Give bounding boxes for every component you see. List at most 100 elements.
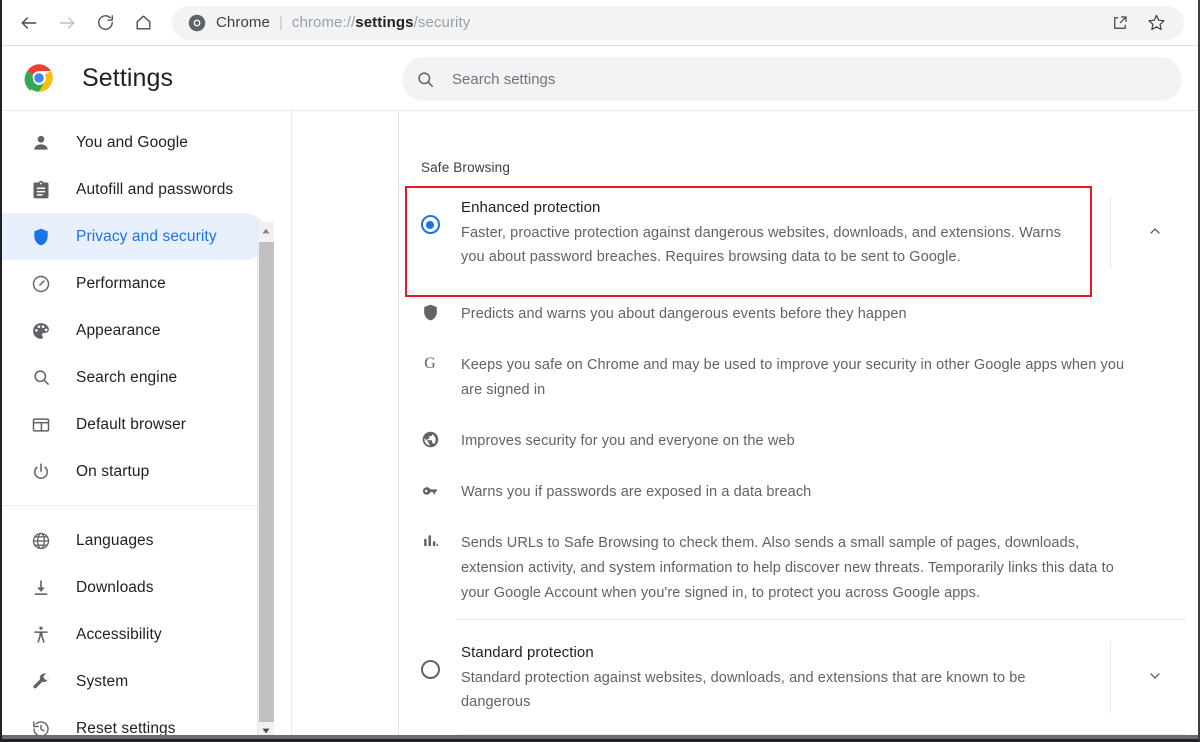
search-icon — [402, 70, 448, 89]
standard-protection-radio[interactable] — [421, 660, 440, 679]
feature-text: Warns you if passwords are exposed in a … — [461, 480, 1161, 505]
url-prefix: chrome:// — [292, 14, 355, 31]
sidebar-item-appearance[interactable]: Appearance — [2, 307, 268, 354]
bookmark-star-icon[interactable] — [1140, 7, 1172, 39]
bar-chart-icon — [399, 531, 461, 550]
sidebar-item-label: Performance — [76, 275, 166, 293]
standard-protection-description: Standard protection against websites, do… — [461, 666, 1073, 714]
sidebar-item-privacy-and-security[interactable]: Privacy and security — [2, 213, 268, 260]
svg-text:G: G — [424, 355, 435, 372]
person-icon — [30, 132, 52, 154]
sidebar-item-label: Search engine — [76, 369, 177, 387]
palette-icon — [30, 320, 52, 342]
feature-item: Warns you if passwords are exposed in a … — [399, 467, 1198, 518]
address-bar[interactable]: Chrome | chrome://settings/security — [172, 6, 1184, 40]
google-g-icon: G — [399, 353, 461, 373]
feature-text: Improves security for you and everyone o… — [461, 429, 1161, 454]
window-bottom-edge — [2, 735, 1198, 739]
feature-item: G Keeps you safe on Chrome and may be us… — [399, 340, 1198, 416]
url-bold-part: settings — [355, 14, 413, 31]
enhanced-protection-option[interactable]: Enhanced protection Faster, proactive pr… — [399, 175, 1198, 289]
chrome-logo-icon — [24, 63, 54, 93]
standard-protection-title: Standard protection — [461, 642, 1090, 664]
forward-button[interactable] — [48, 4, 86, 42]
enhanced-protection-title: Enhanced protection — [461, 197, 1090, 219]
sidebar-item-languages[interactable]: Languages — [2, 517, 268, 564]
chevron-up-icon — [1147, 223, 1163, 244]
sidebar-item-label: Privacy and security — [76, 228, 217, 246]
enhanced-protection-description: Faster, proactive protection against dan… — [461, 221, 1073, 269]
feature-item: Predicts and warns you about dangerous e… — [399, 289, 1198, 340]
sidebar-item-reset-settings[interactable]: Reset settings — [2, 705, 268, 739]
omnibox-actions — [1104, 7, 1178, 39]
search-input[interactable] — [448, 71, 1182, 88]
scrollbar-thumb[interactable] — [259, 242, 274, 739]
sidebar-item-accessibility[interactable]: Accessibility — [2, 611, 268, 658]
speedometer-icon — [30, 273, 52, 295]
sidebar-item-search-engine[interactable]: Search engine — [2, 354, 268, 401]
sidebar-item-label: Languages — [76, 532, 154, 550]
home-button[interactable] — [124, 4, 162, 42]
reload-button[interactable] — [86, 4, 124, 42]
standard-protection-text: Standard protection Standard protection … — [461, 642, 1110, 714]
wrench-icon — [30, 671, 52, 693]
sidebar-divider — [2, 505, 274, 506]
power-icon — [30, 461, 52, 483]
download-icon — [30, 577, 52, 599]
standard-protection-expand-button[interactable] — [1110, 642, 1198, 714]
browser-toolbar: Chrome | chrome://settings/security — [2, 0, 1198, 46]
sidebar-item-on-startup[interactable]: On startup — [2, 448, 268, 495]
key-icon — [399, 480, 461, 501]
chevron-down-icon — [1147, 668, 1163, 689]
url-suffix: /security — [414, 14, 471, 31]
sidebar-item-label: Downloads — [76, 579, 154, 597]
sidebar-item-autofill-and-passwords[interactable]: Autofill and passwords — [2, 166, 268, 213]
sidebar-item-default-browser[interactable]: Default browser — [2, 401, 268, 448]
omnibox-app-label: Chrome — [216, 14, 270, 31]
standard-protection-option[interactable]: Standard protection Standard protection … — [399, 620, 1198, 734]
search-settings-box[interactable] — [402, 57, 1182, 101]
sidebar-item-performance[interactable]: Performance — [2, 260, 268, 307]
feature-text: Predicts and warns you about dangerous e… — [461, 302, 1161, 327]
page-title: Settings — [82, 64, 173, 93]
standard-protection-radio-cell — [399, 642, 461, 679]
sidebar-list: You and Google Autofill and passwords Pr… — [2, 111, 274, 739]
sidebar-item-label: Default browser — [76, 416, 186, 434]
enhanced-protection-radio-cell — [399, 197, 461, 234]
sidebar-edge — [291, 111, 292, 739]
feature-item: Sends URLs to Safe Browsing to check the… — [399, 518, 1198, 619]
shield-icon — [399, 302, 461, 322]
sidebar-item-system[interactable]: System — [2, 658, 268, 705]
enhanced-protection-collapse-button[interactable] — [1110, 197, 1198, 269]
omnibox-separator: | — [279, 14, 283, 31]
sidebar-item-label: On startup — [76, 463, 149, 481]
sidebar-item-label: System — [76, 673, 128, 691]
back-button[interactable] — [10, 4, 48, 42]
clipboard-icon — [30, 179, 52, 201]
omnibox-url: chrome://settings/security — [292, 14, 470, 31]
accessibility-icon — [30, 624, 52, 646]
sidebar-item-label: You and Google — [76, 134, 188, 152]
globe-icon — [399, 429, 461, 449]
feature-text: Sends URLs to Safe Browsing to check the… — [461, 531, 1161, 606]
share-icon[interactable] — [1104, 7, 1136, 39]
settings-content: Safe Browsing Enhanced protection Faster… — [398, 111, 1198, 739]
browser-window: Chrome | chrome://settings/security Se — [0, 0, 1200, 742]
scroll-up-arrow-icon[interactable] — [258, 222, 274, 239]
magnifier-icon — [30, 367, 52, 389]
enhanced-protection-radio[interactable] — [421, 215, 440, 234]
sidebar-item-label: Accessibility — [76, 626, 162, 644]
safe-browsing-section-title: Safe Browsing — [399, 111, 1198, 175]
sidebar-scrollbar[interactable] — [257, 222, 274, 739]
sidebar-item-downloads[interactable]: Downloads — [2, 564, 268, 611]
feature-text: Keeps you safe on Chrome and may be used… — [461, 353, 1161, 403]
settings-header: Settings — [2, 46, 1198, 111]
enhanced-protection-feature-list: Predicts and warns you about dangerous e… — [399, 289, 1198, 619]
shield-icon — [30, 226, 52, 248]
sidebar-item-label: Appearance — [76, 322, 161, 340]
browser-window-icon — [30, 414, 52, 436]
chrome-logo-icon — [188, 14, 206, 32]
sidebar-item-label: Autofill and passwords — [76, 181, 233, 199]
sidebar-item-you-and-google[interactable]: You and Google — [2, 119, 268, 166]
settings-sidebar: You and Google Autofill and passwords Pr… — [2, 111, 274, 739]
